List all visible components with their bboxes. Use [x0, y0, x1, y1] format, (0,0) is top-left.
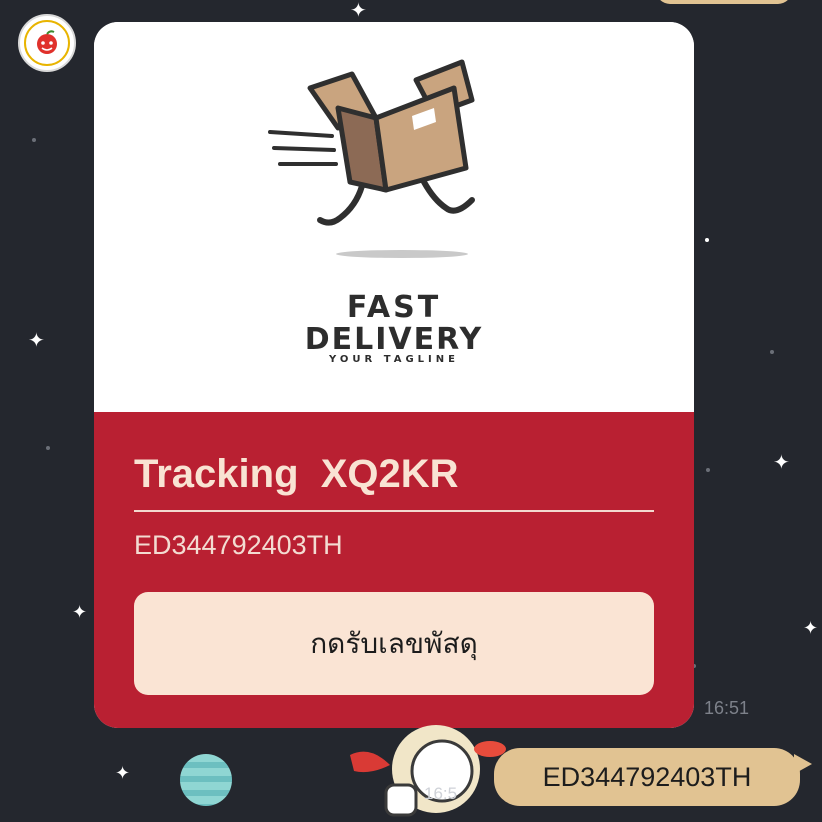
card-body: Tracking XQ2KR ED344792403TH กดรับเลขพัส… [94, 412, 694, 728]
message-timestamp: 16:51 [704, 698, 750, 718]
bubble-tail [794, 754, 812, 774]
card-hero-image: FAST DELIVERY YOUR TAGLINE [94, 22, 694, 412]
read-receipt: Read [430, 760, 471, 779]
get-tracking-button[interactable]: กดรับเลขพัสดุ [134, 592, 654, 695]
sent-message-bubble[interactable]: ED344792403TH [494, 748, 800, 806]
star-decoration: ✦ [28, 328, 45, 352]
logo-text-delivery: DELIVERY [304, 322, 484, 357]
star-decoration: ✦ [773, 450, 790, 474]
tracking-card[interactable]: FAST DELIVERY YOUR TAGLINE Tracking XQ2K… [94, 22, 694, 728]
star-decoration: ✦ [115, 763, 131, 784]
star-decoration: ✦ [803, 618, 819, 639]
tracking-number: ED344792403TH [134, 530, 343, 560]
logo-tagline: YOUR TAGLINE [329, 354, 459, 365]
star-dot [706, 468, 710, 472]
running-box-icon [268, 59, 475, 258]
star-dot [770, 350, 774, 354]
previous-message-bubble [656, 0, 792, 4]
star-dot [32, 138, 36, 142]
reply-timestamp: 16:5 [424, 784, 458, 803]
title-divider [134, 510, 654, 512]
card-title: Tracking XQ2KR [134, 452, 459, 496]
sender-avatar[interactable] [18, 14, 76, 72]
organic-farm-logo-icon [24, 20, 70, 66]
star-decoration: ✦ [350, 0, 367, 22]
star-dot [46, 446, 50, 450]
star-decoration: ✦ [72, 602, 88, 623]
planet-decoration [180, 754, 232, 806]
logo-text-fast: FAST [346, 290, 442, 325]
star-dot [705, 238, 709, 242]
